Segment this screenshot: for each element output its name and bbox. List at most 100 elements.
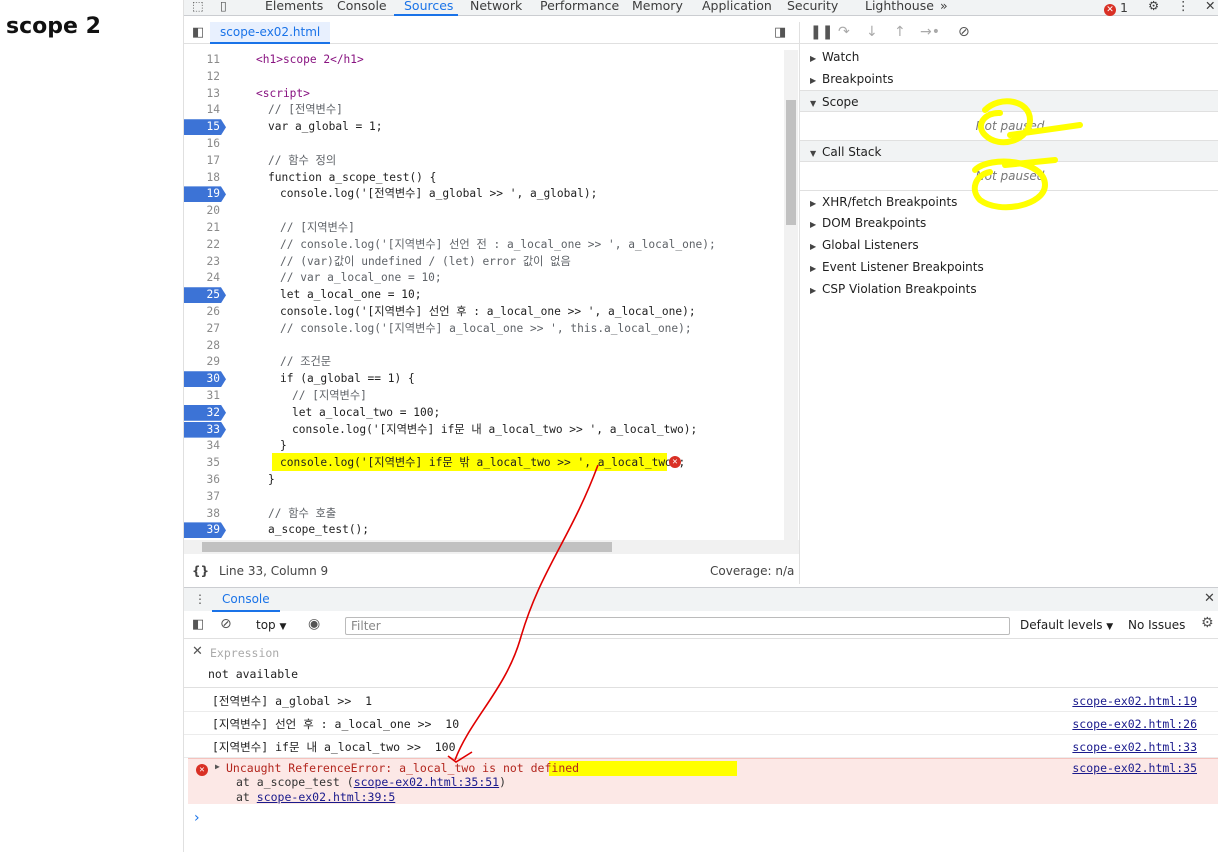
line-number[interactable]: 11: [184, 52, 226, 68]
device-toolbar-icon[interactable]: ▯: [220, 0, 227, 13]
line-number[interactable]: 36: [184, 472, 226, 488]
line-number[interactable]: 16: [184, 136, 226, 152]
step-over-icon[interactable]: ↷: [838, 24, 850, 40]
file-tab[interactable]: scope-ex02.html: [210, 22, 331, 44]
line-number[interactable]: 34: [184, 438, 226, 454]
message-source-link[interactable]: scope-ex02.html:33: [1072, 736, 1197, 758]
drawer-menu-icon[interactable]: ⋮: [194, 592, 206, 606]
error-icon: ✕: [1104, 4, 1116, 16]
error-counter[interactable]: ✕ 1: [1104, 0, 1128, 16]
line-number[interactable]: 23: [184, 254, 226, 270]
tab-security[interactable]: Security: [787, 0, 838, 13]
step-out-icon[interactable]: ↑: [894, 24, 906, 40]
coverage-status[interactable]: Coverage: n/a: [710, 564, 794, 578]
line-number[interactable]: 17: [184, 153, 226, 169]
tab-performance[interactable]: Performance: [540, 0, 619, 13]
settings-icon[interactable]: ⚙: [1148, 0, 1159, 13]
stack-text: at a_scope_test (: [236, 775, 354, 789]
filter-input[interactable]: Filter: [345, 617, 1010, 635]
stack-link[interactable]: scope-ex02.html:35:51: [354, 775, 499, 789]
toggle-debugger-icon[interactable]: ◨: [774, 25, 786, 40]
section-watch[interactable]: ▶ Watch: [800, 46, 1218, 68]
more-options-icon[interactable]: ⋮: [1177, 0, 1190, 13]
breakpoint-line-number[interactable]: 39: [184, 522, 226, 539]
section-event-listener-breakpoints[interactable]: ▶ Event Listener Breakpoints: [800, 256, 1218, 278]
message-source-link[interactable]: scope-ex02.html:26: [1072, 713, 1197, 735]
expression-label[interactable]: Expression: [210, 646, 279, 660]
show-sidebar-icon[interactable]: ◧: [192, 617, 204, 632]
line-number[interactable]: 35: [184, 455, 226, 471]
section-global-listeners[interactable]: ▶ Global Listeners: [800, 234, 1218, 256]
line-number[interactable]: 37: [184, 489, 226, 505]
line-number[interactable]: 12: [184, 69, 226, 85]
line-number[interactable]: 14: [184, 102, 226, 118]
debugger-toolbar: ❚❚ ↷ ↓ ↑ →• ⊘: [800, 22, 1218, 44]
section-csp-violation-breakpoints[interactable]: ▶ CSP Violation Breakpoints: [800, 278, 1218, 300]
deactivate-breakpoints-icon[interactable]: ⊘: [958, 24, 970, 40]
code-editor[interactable]: 11 <h1>scope 2</h1> 12 13 <script> 14 // [전역변수…: [184, 50, 784, 540]
line-number[interactable]: 18: [184, 170, 226, 186]
line-number[interactable]: 28: [184, 338, 226, 354]
code-line: // console.log('[지역변수] a_local_one >> ',…: [280, 321, 692, 335]
context-select[interactable]: top ▼: [256, 618, 286, 632]
remove-expression-icon[interactable]: ✕: [192, 644, 203, 659]
pause-icon[interactable]: ❚❚: [810, 24, 833, 40]
line-number[interactable]: 31: [184, 388, 226, 404]
line-number[interactable]: 21: [184, 220, 226, 236]
cursor-position: Line 33, Column 9: [219, 564, 329, 578]
close-drawer-icon[interactable]: ✕: [1204, 591, 1215, 606]
editor-horizontal-scrollbar[interactable]: [184, 540, 799, 554]
message-source-link[interactable]: scope-ex02.html:19: [1072, 690, 1197, 712]
scroll-thumb[interactable]: [786, 100, 796, 225]
line-number[interactable]: 27: [184, 321, 226, 337]
code-line: function a_scope_test() {: [268, 170, 437, 184]
breakpoint-line-number[interactable]: 25: [184, 287, 226, 304]
error-source-link[interactable]: scope-ex02.html:35: [1072, 761, 1197, 775]
stack-link[interactable]: scope-ex02.html:39:5: [257, 790, 395, 804]
editor-vertical-scrollbar[interactable]: [784, 50, 798, 540]
section-dom-breakpoints[interactable]: ▶ DOM Breakpoints: [800, 212, 1218, 234]
section-xhr-breakpoints[interactable]: ▶ XHR/fetch Breakpoints: [800, 190, 1218, 212]
breakpoint-line-number[interactable]: 19: [184, 186, 226, 203]
breakpoint-line-number[interactable]: 32: [184, 404, 226, 421]
drawer-tab-console[interactable]: Console: [212, 588, 280, 612]
line-number[interactable]: 22: [184, 237, 226, 253]
live-expression-eye-icon[interactable]: ◉: [308, 616, 320, 632]
expand-arrow-icon[interactable]: ▶: [215, 762, 220, 771]
breakpoint-line-number[interactable]: 15: [184, 119, 226, 136]
clear-console-icon[interactable]: ⊘: [220, 616, 232, 632]
tab-memory[interactable]: Memory: [632, 0, 683, 13]
breakpoint-line-number[interactable]: 33: [184, 421, 226, 438]
line-number[interactable]: 26: [184, 304, 226, 320]
tab-elements[interactable]: Elements: [265, 0, 323, 13]
line-number[interactable]: 29: [184, 354, 226, 370]
console-log-message: [지역변수] 선언 후 : a_local_one >> 10 scope-ex0…: [184, 713, 1218, 735]
console-prompt[interactable]: ›: [194, 810, 200, 826]
log-levels-select[interactable]: Default levels ▼: [1020, 618, 1113, 632]
tab-application[interactable]: Application: [702, 0, 772, 13]
inspect-icon[interactable]: ⬚: [192, 0, 204, 13]
tab-network[interactable]: Network: [470, 0, 522, 13]
console-settings-icon[interactable]: ⚙: [1201, 615, 1214, 631]
issues-button[interactable]: No Issues: [1128, 618, 1185, 632]
tab-console[interactable]: Console: [337, 0, 387, 13]
toggle-navigator-icon[interactable]: ◧: [192, 25, 204, 40]
more-tabs-icon[interactable]: »: [940, 0, 948, 13]
line-number[interactable]: 13: [184, 86, 226, 102]
step-into-icon[interactable]: ↓: [866, 24, 878, 40]
section-scope[interactable]: ▼ Scope: [800, 90, 1218, 112]
code-line: // 함수 정의: [268, 153, 337, 167]
tab-sources[interactable]: Sources: [404, 0, 453, 13]
section-call-stack[interactable]: ▼ Call Stack: [800, 140, 1218, 162]
tab-lighthouse[interactable]: Lighthouse: [865, 0, 934, 13]
close-devtools-icon[interactable]: ✕: [1205, 0, 1215, 13]
section-breakpoints[interactable]: ▶ Breakpoints: [800, 68, 1218, 90]
breakpoint-line-number[interactable]: 30: [184, 371, 226, 388]
pretty-print-icon[interactable]: {}: [192, 564, 209, 578]
line-number[interactable]: 24: [184, 270, 226, 286]
line-number[interactable]: 20: [184, 203, 226, 219]
step-icon[interactable]: →•: [920, 24, 940, 40]
scroll-thumb[interactable]: [202, 542, 612, 552]
line-number[interactable]: 38: [184, 506, 226, 522]
message-text: [지역변수] 선언 후 : a_local_one >> 10: [212, 717, 460, 731]
